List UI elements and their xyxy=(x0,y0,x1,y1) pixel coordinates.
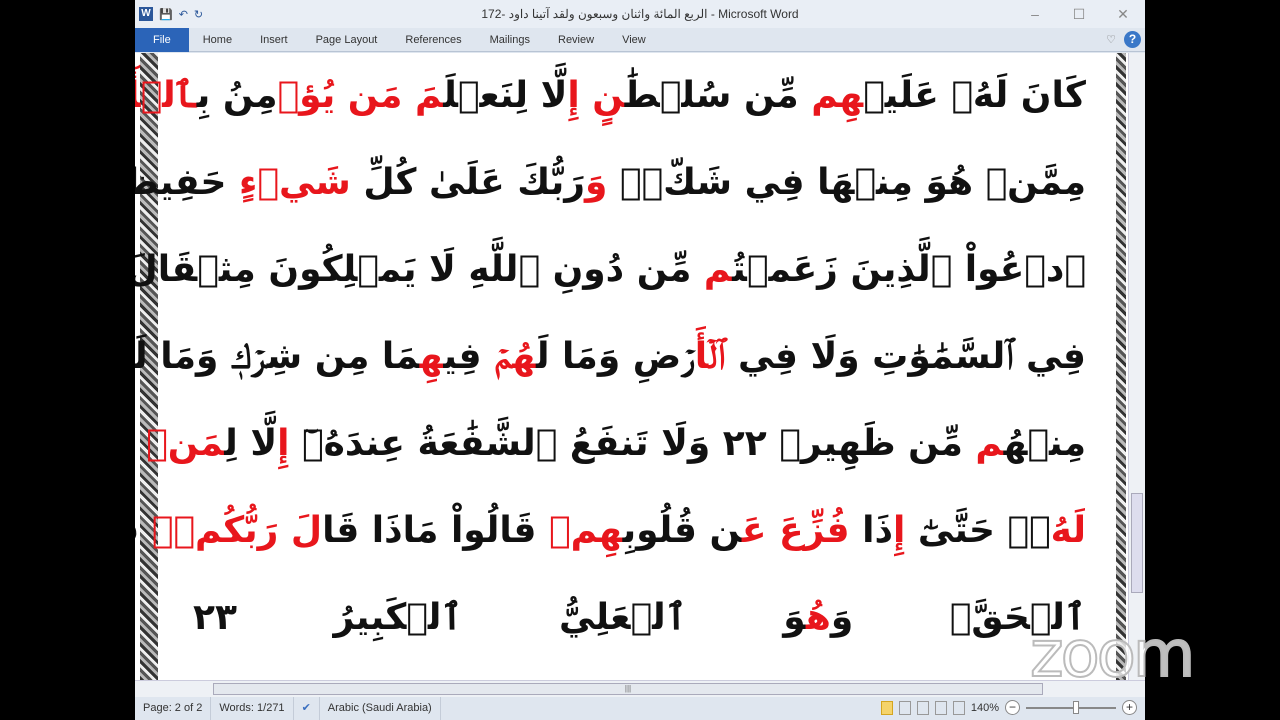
status-bar: Page: 2 of 2 Words: 1/271 ✔ Arabic (Saud… xyxy=(135,697,1145,720)
zoom-slider[interactable] xyxy=(1026,700,1116,714)
tab-file[interactable]: File xyxy=(135,27,189,52)
web-layout-icon[interactable] xyxy=(916,700,929,715)
text-segment: مِّن دُونِ ٱللَّهِ لَا يَمۡلِكُونَ مِثۡق… xyxy=(135,249,692,290)
language[interactable]: Arabic (Saudi Arabia) xyxy=(320,697,441,720)
highlighted-text: هُ xyxy=(805,597,831,638)
highlighted-text: هِم xyxy=(811,75,864,116)
text-line[interactable]: ٱلۡحَقَّۖ وَهُوَ ٱلۡعَلِيُّ ٱلۡكَبِيرُ ٢… xyxy=(193,583,1086,670)
highlighted-text: هُمۡ xyxy=(494,336,536,377)
full-screen-reading-icon[interactable] xyxy=(898,700,911,715)
word-count[interactable]: Words: 1/271 xyxy=(211,697,294,720)
window-title: الربع المائة واثنان وسبعون ولقد آتينا دا… xyxy=(481,7,799,21)
text-segment: مِمَّنۡ هُوَ مِنۡهَا فِي شَكّٖۗ xyxy=(607,162,1086,203)
highlighted-text: فُزِّعَ عَ xyxy=(741,510,850,551)
text-segment: ذَا xyxy=(849,510,893,551)
highlighted-text: هِمۡ xyxy=(549,510,623,551)
tab-mailings[interactable]: Mailings xyxy=(476,28,544,52)
highlighted-text: مَ مَن يُؤۡ xyxy=(277,75,444,116)
text-segment: قَالُواْ xyxy=(135,510,152,551)
text-line[interactable]: مِنۡهُم مِّن ظَهِيرٖ ٢٢ وَلَا تَنفَعُ ٱل… xyxy=(135,409,1086,496)
zoom-out-button[interactable]: − xyxy=(1005,700,1020,715)
highlighted-text: م xyxy=(975,423,1004,464)
page-count[interactable]: Page: 2 of 2 xyxy=(135,697,212,720)
tab-page-layout[interactable]: Page Layout xyxy=(302,28,392,52)
text-segment: فِي ٱلسَّمَٰوَٰتِ وَلَا فِي xyxy=(725,336,1086,377)
zoom-level[interactable]: 140% xyxy=(971,702,999,714)
word-window: W 💾 ↶ ↻ الربع المائة واثنان وسبعون ولقد … xyxy=(135,0,1145,720)
tab-insert[interactable]: Insert xyxy=(246,28,302,52)
document-page[interactable]: كَانَ لَهُۥ عَلَيۡهِم مِّن سُلۡطَٰنٍ إِل… xyxy=(135,53,1128,680)
text-line[interactable]: مِمَّنۡ هُوَ مِنۡهَا فِي شَكّٖۗ وَرَبُّك… xyxy=(135,148,1086,235)
text-line[interactable]: فِي ٱلسَّمَٰوَٰتِ وَلَا فِي ٱلۡأَرۡضِ وَ… xyxy=(135,322,1086,409)
highlighted-text: إِ xyxy=(892,510,906,551)
print-layout-view-icon[interactable] xyxy=(880,700,893,715)
zoom-in-button[interactable]: + xyxy=(1122,700,1137,715)
highlighted-text: شَيۡءٍ xyxy=(239,162,351,203)
minimize-button[interactable]: – xyxy=(1013,0,1057,28)
horizontal-scrollbar[interactable]: ||| xyxy=(135,680,1145,697)
text-segment: حَفِيظٞ ٢١ xyxy=(135,162,227,203)
text-segment: مِّن ظَهِيرٖ ٢٢ وَلَا تَنفَعُ ٱلشَّفَٰعَ… xyxy=(289,423,976,464)
document-text[interactable]: كَانَ لَهُۥ عَلَيۡهِم مِّن سُلۡطَٰنٍ إِل… xyxy=(135,61,1086,670)
close-button[interactable]: ✕ xyxy=(1101,0,1145,28)
outline-view-icon[interactable] xyxy=(934,700,947,715)
tab-view[interactable]: View xyxy=(608,28,660,52)
zoom-watermark-logo: zoom xyxy=(1029,617,1196,693)
highlighted-text: هِ xyxy=(419,336,444,377)
text-segment: كَانَ لَهُۥ عَلَيۡ xyxy=(863,75,1086,116)
tab-references[interactable]: References xyxy=(391,28,475,52)
highlighted-text: إِ xyxy=(277,423,290,464)
text-segment: رَبُّكَ عَلَىٰ كُلِّ xyxy=(350,162,585,203)
text-segment: لَّا لِ xyxy=(224,423,278,464)
highlighted-text: لَ رَبُّكُمۡۖ xyxy=(151,510,323,551)
text-segment: وَ ٱلۡعَلِيُّ ٱلۡكَبِيرُ ٢٣ xyxy=(193,597,806,638)
text-line[interactable]: لَهُۥۚ حَتَّىٰٓ إِذَا فُزِّعَ عَن قُلُوب… xyxy=(135,496,1086,583)
tab-home[interactable]: Home xyxy=(189,28,246,52)
text-segment: مِّن سُلۡطَٰ xyxy=(624,75,812,116)
highlighted-text: نٍ إِ xyxy=(567,75,625,116)
text-segment: لَّا لِنَعۡلَ xyxy=(443,75,568,116)
text-segment: ۥۚ حَتَّىٰٓ xyxy=(905,510,1051,551)
vertical-scroll-thumb[interactable] xyxy=(1131,493,1143,593)
text-line[interactable]: ٱدۡعُواْ ٱلَّذِينَ زَعَمۡتُم مِّن دُونِ … xyxy=(135,235,1086,322)
maximize-button[interactable]: ☐ xyxy=(1057,0,1101,28)
ribbon-collapse-icon[interactable]: ♡ xyxy=(1106,33,1116,46)
text-line[interactable]: كَانَ لَهُۥ عَلَيۡهِم مِّن سُلۡطَٰنٍ إِل… xyxy=(135,61,1086,148)
title-bar: W 💾 ↶ ↻ الربع المائة واثنان وسبعون ولقد … xyxy=(135,0,1145,28)
highlighted-text: لَهُ xyxy=(1050,510,1086,551)
page-border-right xyxy=(1116,53,1126,680)
text-segment: مِنُ بِ xyxy=(196,75,278,116)
text-segment: قَالُواْ مَاذَا قَا xyxy=(322,510,549,551)
vertical-scrollbar[interactable] xyxy=(1128,53,1145,680)
text-segment: ٱدۡعُواْ ٱلَّذِينَ زَعَمۡتُ xyxy=(732,249,1086,290)
horizontal-scroll-thumb[interactable]: ||| xyxy=(213,683,1043,695)
proofing-icon[interactable]: ✔ xyxy=(294,697,320,720)
text-segment: مَا مِن شِرۡكٖ وَمَا لَهُۥ xyxy=(135,336,420,377)
text-segment: رۡضِ وَمَا لَ xyxy=(535,336,695,377)
help-icon[interactable]: ? xyxy=(1124,31,1141,48)
highlighted-text: ٱلۡأٓ xyxy=(135,75,197,116)
text-segment: مِنۡهُ xyxy=(1003,423,1086,464)
ribbon-tabs: File Home Insert Page Layout References … xyxy=(135,27,1145,52)
tab-review[interactable]: Review xyxy=(544,28,608,52)
highlighted-text: مَنۡ أَذِنَ xyxy=(135,423,225,464)
text-segment: فِي xyxy=(443,336,495,377)
text-segment: ن قُلُوبِ xyxy=(622,510,742,551)
highlighted-text: وَ xyxy=(584,162,608,203)
zoom-slider-thumb[interactable] xyxy=(1072,700,1079,714)
highlighted-text: ٱلۡأَ xyxy=(694,336,726,377)
draft-view-icon[interactable] xyxy=(952,700,965,715)
highlighted-text: م xyxy=(703,249,733,290)
